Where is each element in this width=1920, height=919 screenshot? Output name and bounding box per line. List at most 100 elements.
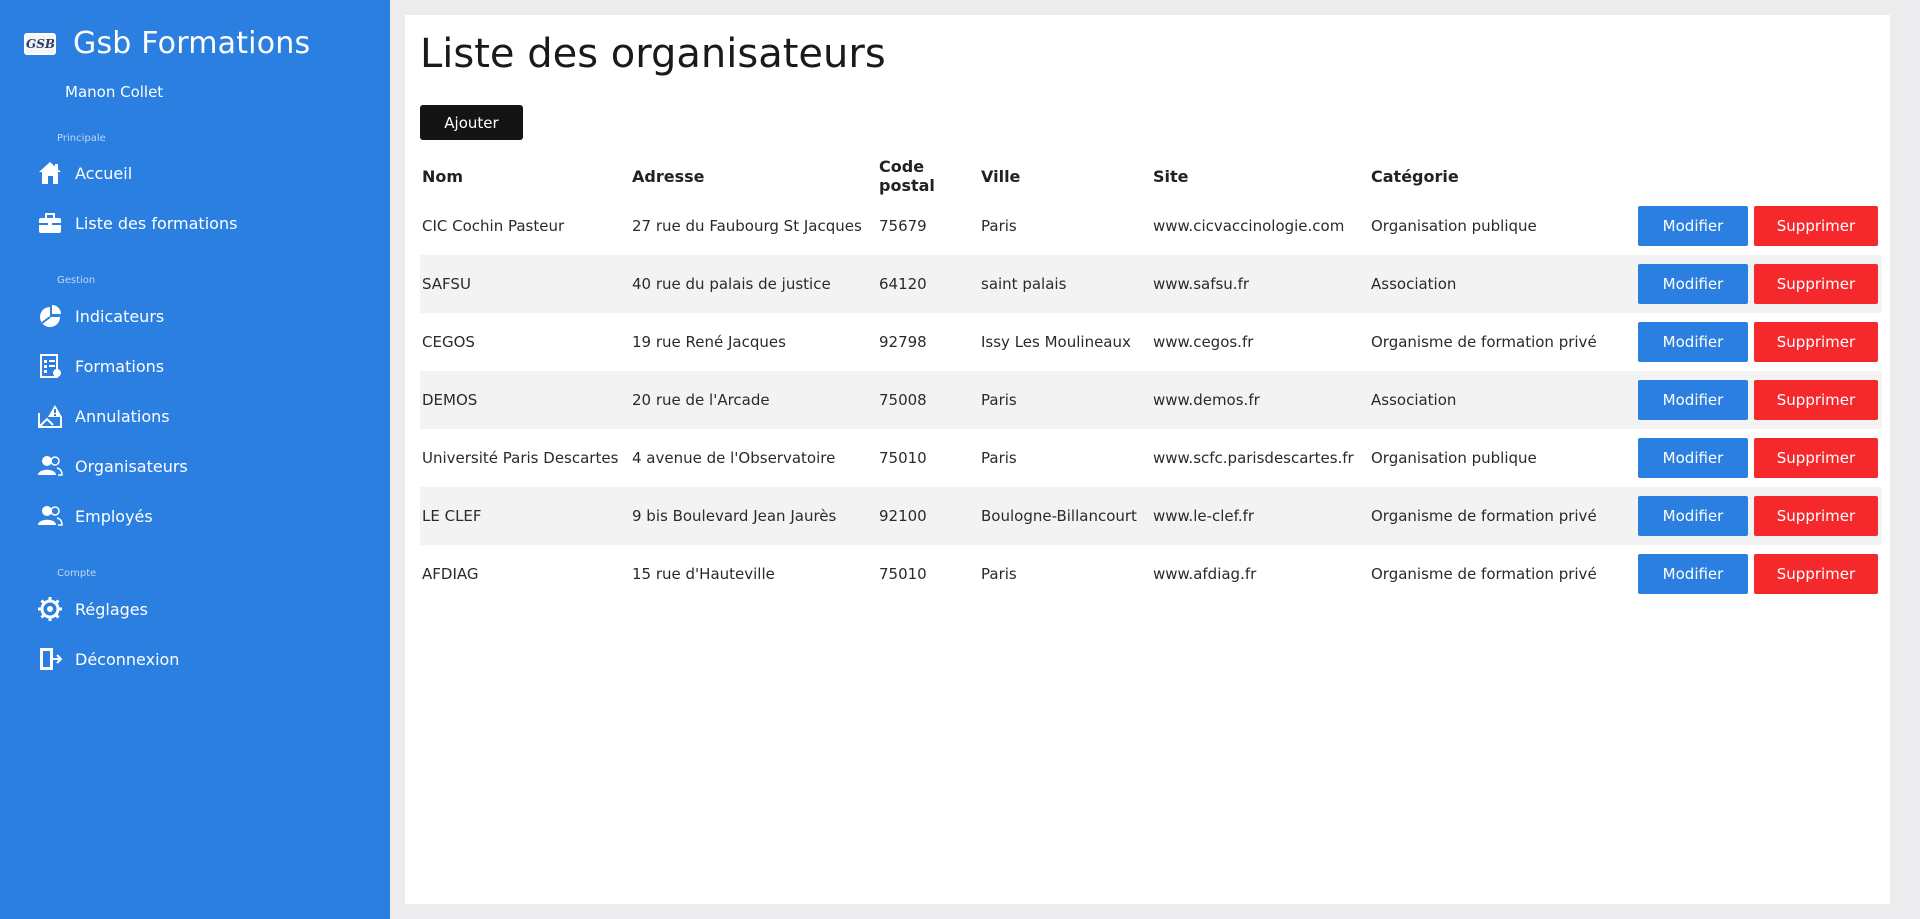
cell-adresse: 40 rue du palais de justice	[632, 275, 831, 293]
briefcase-icon	[36, 209, 64, 237]
table-row: Université Paris Descartes 4 avenue de l'…	[420, 429, 1882, 487]
delete-button[interactable]: Supprimer	[1754, 554, 1878, 594]
edit-button[interactable]: Modifier	[1638, 264, 1748, 304]
cell-nom: CEGOS	[422, 333, 475, 351]
cell-code-postal: 75010	[879, 565, 927, 583]
cell-adresse: 20 rue de l'Arcade	[632, 391, 770, 409]
table-row: CEGOS 19 rue René Jacques 92798 Issy Les Mo…	[420, 313, 1882, 371]
cell-ville: Paris	[981, 391, 1017, 409]
app-title: Gsb Formations	[73, 26, 311, 61]
row-actions: Modifier Supprimer	[1632, 371, 1882, 429]
sidebar-item-label: Accueil	[75, 163, 133, 183]
cell-code-postal: 75010	[879, 449, 927, 467]
alert-icon	[36, 402, 64, 430]
users-icon	[36, 502, 64, 530]
sidebar-item-label: Employés	[75, 506, 153, 526]
home-icon	[36, 159, 64, 187]
row-actions: Modifier Supprimer	[1632, 313, 1882, 371]
column-header-nom: Nom	[422, 166, 464, 186]
main-panel: Liste des organisateurs Ajouter Nom Adre…	[405, 15, 1890, 904]
sidebar-item-formations[interactable]: Formations	[36, 351, 164, 381]
sidebar-item-accueil[interactable]: Accueil	[36, 158, 132, 188]
cell-site: www.scfc.parisdescartes.fr	[1153, 449, 1354, 467]
cell-categorie: Organisation publique	[1371, 449, 1537, 467]
cell-ville: saint palais	[981, 275, 1067, 293]
sidebar: GSB Gsb Formations Manon Collet Principa…	[0, 0, 390, 919]
sidebar-item-employes[interactable]: Employés	[36, 501, 153, 531]
delete-button[interactable]: Supprimer	[1754, 206, 1878, 246]
delete-button[interactable]: Supprimer	[1754, 438, 1878, 478]
section-label-gestion: Gestion	[57, 275, 96, 286]
cell-nom: DEMOS	[422, 391, 478, 409]
cell-nom: SAFSU	[422, 275, 471, 293]
sidebar-item-label: Déconnexion	[75, 649, 180, 669]
cell-nom: LE CLEF	[422, 507, 482, 525]
cell-site: www.cicvaccinologie.com	[1153, 217, 1345, 235]
sidebar-item-organisateurs[interactable]: Organisateurs	[36, 451, 188, 481]
cell-ville: Paris	[981, 217, 1017, 235]
sidebar-item-indicateurs[interactable]: Indicateurs	[36, 301, 164, 331]
cell-categorie: Organisme de formation privé	[1371, 333, 1597, 351]
delete-button[interactable]: Supprimer	[1754, 322, 1878, 362]
edit-button[interactable]: Modifier	[1638, 438, 1748, 478]
cell-categorie: Organisation publique	[1371, 217, 1537, 235]
cell-categorie: Association	[1371, 275, 1457, 293]
cell-site: www.cegos.fr	[1153, 333, 1254, 351]
column-header-code-postal: Code postal	[879, 157, 935, 195]
cell-ville: Boulogne-Billancourt	[981, 507, 1137, 525]
cell-adresse: 4 avenue de l'Observatoire	[632, 449, 836, 467]
delete-button[interactable]: Supprimer	[1754, 380, 1878, 420]
table-row: AFDIAG 15 rue d'Hauteville 75010 Paris www.a…	[420, 545, 1882, 603]
section-label-compte: Compte	[57, 568, 97, 579]
sidebar-item-deconnexion[interactable]: Déconnexion	[36, 644, 179, 674]
row-actions: Modifier Supprimer	[1632, 197, 1882, 255]
column-header-actions	[1632, 155, 1882, 197]
sidebar-item-label: Annulations	[75, 406, 170, 426]
table-row: CIC Cochin Pasteur 27 rue du Faubourg St …	[420, 197, 1882, 255]
cell-site: www.afdiag.fr	[1153, 565, 1257, 583]
sidebar-item-label: Liste des formations	[75, 213, 238, 233]
row-actions: Modifier Supprimer	[1632, 487, 1882, 545]
table-row: DEMOS 20 rue de l'Arcade 75008 Paris www.dem…	[420, 371, 1882, 429]
table-row: SAFSU 40 rue du palais de justice 64120 sai…	[420, 255, 1882, 313]
cell-nom: Université Paris Descartes	[422, 449, 619, 467]
checklist-icon	[36, 352, 64, 380]
edit-button[interactable]: Modifier	[1638, 496, 1748, 536]
cell-nom: CIC Cochin Pasteur	[422, 217, 565, 235]
sidebar-item-annulations[interactable]: Annulations	[36, 401, 170, 431]
sidebar-item-label: Formations	[75, 356, 165, 376]
column-header-adresse: Adresse	[632, 166, 705, 186]
add-button[interactable]: Ajouter	[420, 105, 523, 140]
edit-button[interactable]: Modifier	[1638, 554, 1748, 594]
cell-ville: Paris	[981, 449, 1017, 467]
cell-adresse: 9 bis Boulevard Jean Jaurès	[632, 507, 837, 525]
delete-button[interactable]: Supprimer	[1754, 496, 1878, 536]
cell-adresse: 19 rue René Jacques	[632, 333, 786, 351]
users-icon	[36, 452, 64, 480]
edit-button[interactable]: Modifier	[1638, 380, 1748, 420]
cell-site: www.le-clef.fr	[1153, 507, 1255, 525]
column-header-site: Site	[1153, 166, 1189, 186]
cell-adresse: 15 rue d'Hauteville	[632, 565, 775, 583]
cell-code-postal: 64120	[879, 275, 927, 293]
logout-icon	[36, 645, 64, 673]
cell-code-postal: 92798	[879, 333, 927, 351]
sidebar-item-label: Réglages	[75, 599, 148, 619]
edit-button[interactable]: Modifier	[1638, 322, 1748, 362]
edit-button[interactable]: Modifier	[1638, 206, 1748, 246]
sidebar-item-reglages[interactable]: Réglages	[36, 594, 148, 624]
page-title: Liste des organisateurs	[420, 31, 886, 77]
user-name: Manon Collet	[65, 83, 164, 101]
sidebar-item-liste-formations[interactable]: Liste des formations	[36, 208, 237, 238]
gear-icon	[36, 595, 64, 623]
pie-chart-icon	[36, 302, 64, 330]
sidebar-item-label: Indicateurs	[75, 306, 165, 326]
cell-code-postal: 75679	[879, 217, 927, 235]
cell-code-postal: 75008	[879, 391, 927, 409]
table-row: LE CLEF 9 bis Boulevard Jean Jaurès 92100 B…	[420, 487, 1882, 545]
logo-icon: GSB	[24, 32, 56, 55]
brand[interactable]: GSB Gsb Formations	[24, 26, 310, 61]
delete-button[interactable]: Supprimer	[1754, 264, 1878, 304]
cell-adresse: 27 rue du Faubourg St Jacques	[632, 217, 862, 235]
row-actions: Modifier Supprimer	[1632, 429, 1882, 487]
